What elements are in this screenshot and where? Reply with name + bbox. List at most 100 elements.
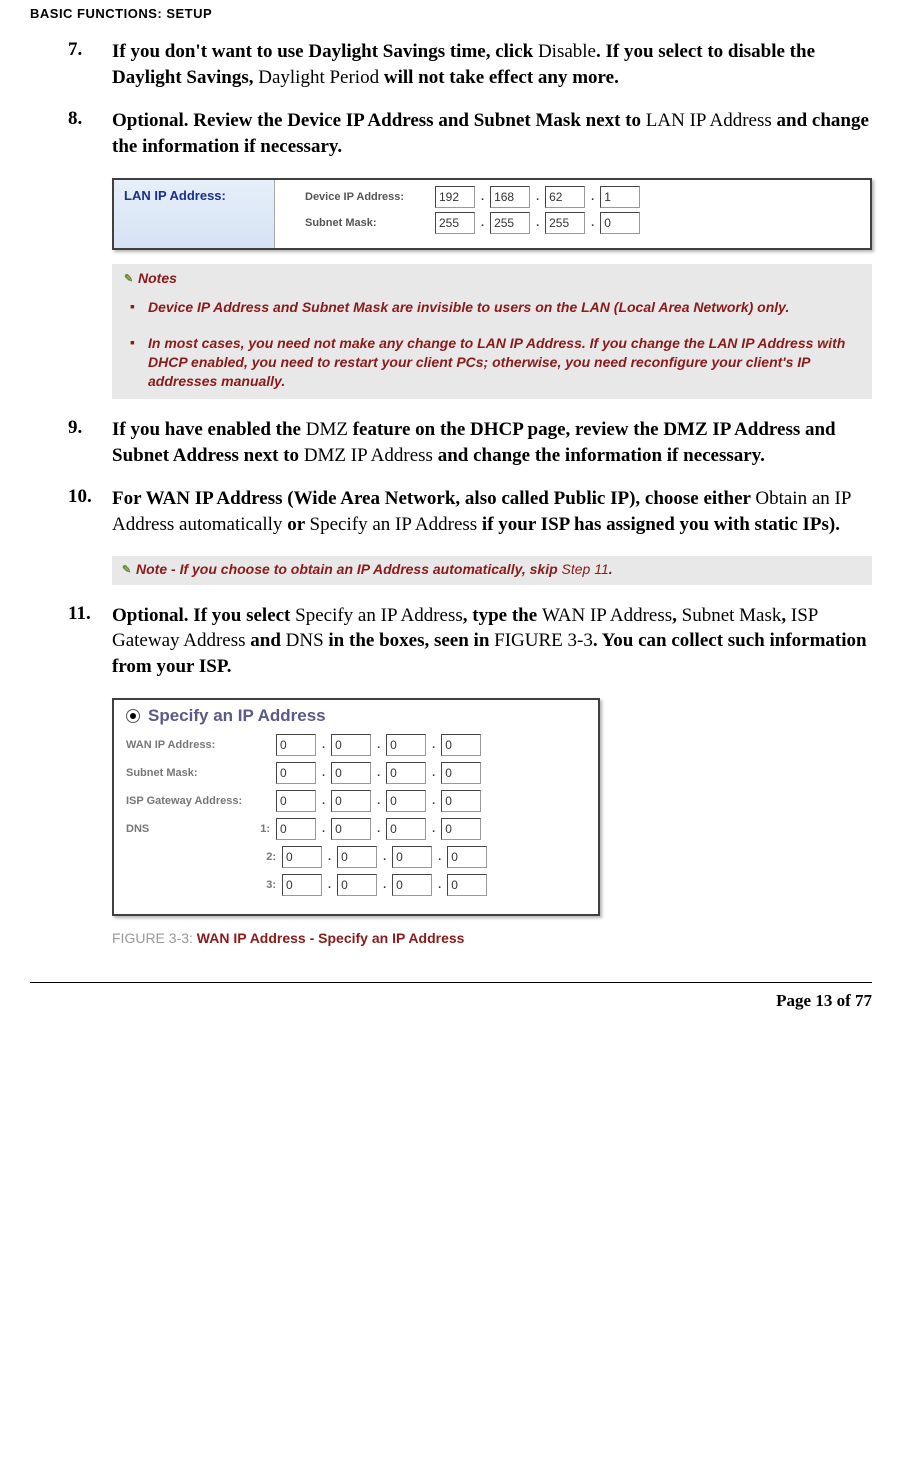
subnet-octet-4[interactable]	[600, 212, 640, 234]
wan-subnet-octet[interactable]	[331, 762, 371, 784]
step-10: 10. For WAN IP Address (Wide Area Networ…	[68, 486, 872, 537]
device-ip-octet-3[interactable]	[545, 186, 585, 208]
subnet-octet-1[interactable]	[435, 212, 475, 234]
step-body: Optional. If you select Specify an IP Ad…	[112, 603, 872, 680]
text: .	[609, 561, 613, 577]
wan-dns1-octet[interactable]	[331, 818, 371, 840]
wan-gateway-row: ISP Gateway Address: . . .	[126, 790, 586, 812]
text: and	[269, 299, 302, 315]
subnet-octet-2[interactable]	[490, 212, 530, 234]
dot-separator: .	[316, 739, 331, 751]
text: Step 11	[562, 561, 609, 577]
dot-separator: .	[426, 823, 441, 835]
wan-dns1-octet[interactable]	[276, 818, 316, 840]
text: and change the information if necessary.	[433, 445, 765, 466]
wan-dns3-octet[interactable]	[392, 874, 432, 896]
wan-gateway-octet[interactable]	[441, 790, 481, 812]
subnet-octet-3[interactable]	[545, 212, 585, 234]
dot-separator: .	[371, 739, 386, 751]
wan-ip-octet[interactable]	[331, 734, 371, 756]
wan-gateway-octet[interactable]	[276, 790, 316, 812]
dot-separator: .	[426, 739, 441, 751]
dot-separator: .	[585, 191, 600, 203]
figure-caption: FIGURE 3-3: WAN IP Address - Specify an …	[112, 930, 872, 946]
device-ip-octet-1[interactable]	[435, 186, 475, 208]
page-header: BASIC FUNCTIONS: SETUP	[30, 0, 872, 39]
text: or	[282, 514, 309, 535]
wan-ip-octet[interactable]	[386, 734, 426, 756]
wan-subnet-label: Subnet Mask:	[126, 767, 276, 779]
wan-dns2-row: 2: . . .	[126, 846, 586, 868]
lan-ip-panel: LAN IP Address: Device IP Address: . . .…	[112, 178, 872, 250]
wan-subnet-octet[interactable]	[441, 762, 481, 784]
text: LAN IP Address	[646, 110, 772, 131]
step-number: 8.	[68, 108, 112, 159]
wan-subnet-octet[interactable]	[386, 762, 426, 784]
wan-dns1-octet[interactable]	[386, 818, 426, 840]
step-7: 7. If you don't want to use Daylight Sav…	[68, 39, 872, 90]
wan-gateway-octet[interactable]	[331, 790, 371, 812]
wan-dns2-octet[interactable]	[282, 846, 322, 868]
note-label: Note	[136, 561, 167, 577]
wan-ip-panel: Specify an IP Address WAN IP Address: . …	[112, 698, 600, 916]
text: will not take effect any more.	[379, 67, 619, 88]
dot-separator: .	[322, 879, 337, 891]
dot-separator: .	[475, 217, 490, 229]
wan-dns3-octet[interactable]	[282, 874, 322, 896]
wan-ip-row: WAN IP Address: . . .	[126, 734, 586, 756]
wan-gateway-label: ISP Gateway Address:	[126, 795, 276, 807]
dot-separator: .	[316, 795, 331, 807]
text: ,	[672, 605, 682, 626]
text: in the boxes, seen in	[324, 630, 495, 651]
wan-dns3-octet[interactable]	[447, 874, 487, 896]
dot-separator: .	[432, 851, 447, 863]
step-body: Optional. Review the Device IP Address a…	[112, 108, 872, 159]
wan-dns2-octet[interactable]	[337, 846, 377, 868]
device-ip-octet-2[interactable]	[490, 186, 530, 208]
device-ip-octet-4[interactable]	[600, 186, 640, 208]
lan-panel-title: LAN IP Address:	[114, 180, 275, 248]
step-9: 9. If you have enabled the DMZ feature o…	[68, 417, 872, 468]
dot-separator: .	[371, 795, 386, 807]
wan-dns1-octet[interactable]	[441, 818, 481, 840]
step-11: 11. Optional. If you select Specify an I…	[68, 603, 872, 680]
note-icon: ✎	[122, 563, 134, 578]
device-ip-label: Device IP Address:	[305, 191, 435, 203]
wan-gateway-octet[interactable]	[386, 790, 426, 812]
text: FIGURE 3-3	[494, 630, 593, 651]
text: For WAN IP Address (Wide Area Network, a…	[112, 488, 755, 509]
text: If you don't want to use Daylight Saving…	[112, 41, 538, 62]
note-line: ✎Note - If you choose to obtain an IP Ad…	[112, 556, 872, 585]
text: DMZ IP Address	[304, 445, 433, 466]
dot-separator: .	[475, 191, 490, 203]
text: - If you choose to obtain an IP Address …	[167, 561, 561, 577]
step-number: 9.	[68, 417, 112, 468]
wan-dns2-octet[interactable]	[392, 846, 432, 868]
wan-subnet-octet[interactable]	[276, 762, 316, 784]
notes-title: Notes	[138, 270, 177, 286]
step-number: 7.	[68, 39, 112, 90]
text: and	[246, 630, 286, 651]
subnet-mask-label: Subnet Mask:	[305, 217, 435, 229]
text: Subnet Mask	[302, 299, 388, 315]
step-8: 8. Optional. Review the Device IP Addres…	[68, 108, 872, 159]
dot-separator: .	[316, 767, 331, 779]
note-item-1: ▪ Device IP Address and Subnet Mask are …	[130, 298, 864, 317]
wan-dns3-octet[interactable]	[337, 874, 377, 896]
text: ,	[781, 605, 791, 626]
wan-dns3-row: 3: . . .	[126, 874, 586, 896]
text: DNS	[286, 630, 324, 651]
text: if your ISP has assigned you with static…	[477, 514, 840, 535]
dot-separator: .	[426, 767, 441, 779]
wan-dns2-octet[interactable]	[447, 846, 487, 868]
wan-ip-octet[interactable]	[276, 734, 316, 756]
wan-subnet-row: Subnet Mask: . . .	[126, 762, 586, 784]
text: Subnet Mask	[682, 605, 782, 626]
device-ip-row: Device IP Address: . . .	[305, 186, 860, 208]
wan-dns3-label: 3:	[126, 879, 282, 891]
page-footer: Page 13 of 77	[0, 983, 902, 1035]
wan-ip-octet[interactable]	[441, 734, 481, 756]
step-body: For WAN IP Address (Wide Area Network, a…	[112, 486, 872, 537]
text: Optional. Review the Device IP Address a…	[112, 110, 646, 131]
specify-ip-radio[interactable]	[126, 709, 140, 723]
